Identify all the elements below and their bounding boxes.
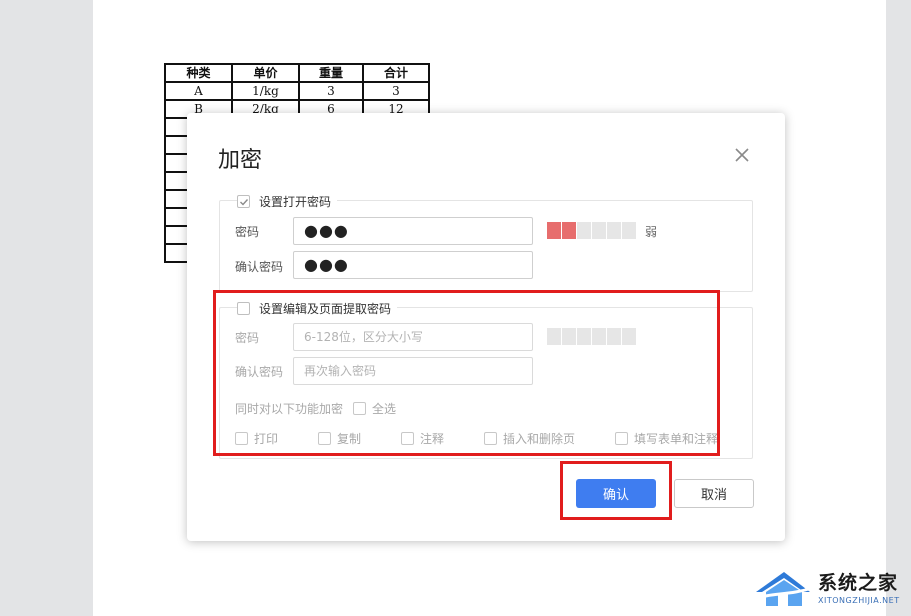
highlight-box-edit-section — [213, 290, 720, 456]
table-header-cell: 重量 — [298, 63, 364, 83]
password-label: 密码 — [235, 225, 260, 239]
table-row: A 1/kg 3 3 — [164, 81, 430, 101]
table-header-cell: 合计 — [362, 63, 430, 83]
password-strength-meter — [547, 222, 636, 239]
open-password-label: 设置打开密码 — [259, 195, 332, 209]
close-icon[interactable] — [732, 145, 752, 165]
strength-bar-segment — [562, 222, 576, 239]
house-logo-icon — [753, 572, 813, 606]
open-confirm-password-input[interactable]: ●●● — [293, 251, 533, 279]
watermark: 系统之家 XITONGZHIJIA.NET — [752, 566, 908, 612]
table-header-cell: 单价 — [231, 63, 300, 83]
confirm-password-label: 确认密码 — [235, 260, 284, 274]
strength-label: 弱 — [645, 225, 658, 239]
strength-bar-segment — [607, 222, 621, 239]
strength-bar-segment — [577, 222, 591, 239]
highlight-box-confirm — [560, 461, 672, 520]
watermark-name: 系统之家 — [818, 572, 899, 594]
open-password-input[interactable]: ●●● — [293, 217, 533, 245]
table-cell: 1/kg — [231, 81, 300, 101]
dialog-title: 加密 — [218, 148, 263, 173]
table-header-row: 种类 单价 重量 合计 — [164, 63, 430, 83]
strength-bar-segment — [622, 222, 636, 239]
watermark-url: XITONGZHIJIA.NET — [818, 596, 900, 605]
table-header-cell: 种类 — [164, 63, 233, 83]
table-cell: A — [164, 81, 233, 101]
cancel-button[interactable]: 取消 — [674, 479, 754, 508]
table-cell: 3 — [298, 81, 364, 101]
open-password-toggle[interactable]: 设置打开密码 — [237, 193, 338, 210]
checkbox-checked-icon[interactable] — [237, 195, 250, 208]
strength-bar-segment — [547, 222, 561, 239]
strength-bar-segment — [592, 222, 606, 239]
table-cell: 3 — [362, 81, 430, 101]
